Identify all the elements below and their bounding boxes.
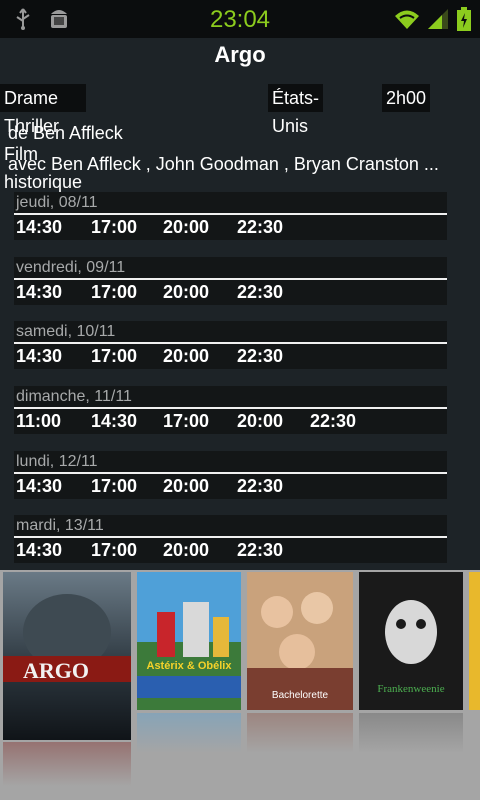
genres-badge: Drame Thriller Film historique — [0, 84, 87, 192]
day-label: dimanche, 11/11 — [16, 388, 132, 405]
frankenweenie-poster[interactable]: Frankenweenie — [359, 572, 463, 710]
wifi-icon — [394, 8, 420, 35]
showtime[interactable]: 17:00 — [91, 539, 137, 561]
movie-title: Argo — [214, 42, 266, 67]
argo-poster[interactable]: ARGO — [3, 572, 131, 740]
day-label: lundi, 12/11 — [16, 453, 98, 470]
showtime[interactable]: 22:30 — [237, 216, 283, 238]
showtime[interactable]: 17:00 — [91, 475, 137, 497]
showtime[interactable]: 14:30 — [16, 539, 62, 561]
showtime-day: vendredi, 09/11 14:30 17:00 20:00 22:30 — [14, 257, 447, 305]
bachelorette-poster-title: Bachelorette — [272, 690, 329, 701]
showtime[interactable]: 20:00 — [163, 345, 209, 367]
showtime-day: dimanche, 11/11 11:00 14:30 17:00 20:00 … — [14, 386, 447, 434]
country-badge: États-Unis — [268, 84, 324, 136]
day-divider — [14, 536, 447, 538]
day-label: jeudi, 08/11 — [16, 194, 98, 211]
argo-poster-title: ARGO — [23, 658, 89, 683]
poster-reflection — [137, 713, 241, 753]
showtime[interactable]: 11:00 — [16, 410, 61, 432]
signal-icon — [426, 7, 450, 36]
showtime[interactable]: 20:00 — [163, 475, 209, 497]
asterix-poster[interactable]: Astérix & Obélix — [137, 572, 241, 710]
asterix-poster-title: Astérix & Obélix — [147, 660, 233, 672]
poster-reflection — [359, 713, 463, 753]
showtime[interactable]: 14:30 — [91, 410, 137, 432]
day-divider — [14, 407, 447, 409]
duration-badge: 2h00 — [382, 84, 431, 112]
showtime[interactable]: 14:30 — [16, 281, 62, 303]
bachelorette-poster[interactable]: Bachelorette — [247, 572, 353, 710]
showtime[interactable]: 22:30 — [237, 345, 283, 367]
showtime[interactable]: 14:30 — [16, 475, 62, 497]
poster-reflection — [247, 713, 353, 753]
day-divider — [14, 342, 447, 344]
showtime[interactable]: 14:30 — [16, 345, 62, 367]
director-text: de Ben Affleck — [8, 123, 123, 143]
day-label: vendredi, 09/11 — [16, 259, 126, 276]
showtime[interactable]: 17:00 — [163, 410, 209, 432]
next-poster[interactable] — [469, 572, 480, 710]
day-label: samedi, 10/11 — [16, 323, 116, 340]
status-bar: 23:04 — [0, 0, 480, 38]
showtime[interactable]: 22:30 — [310, 410, 356, 432]
showtime-day: jeudi, 08/11 14:30 17:00 20:00 22:30 — [14, 192, 447, 240]
showtime[interactable]: 14:30 — [16, 216, 62, 238]
showtime[interactable]: 17:00 — [91, 281, 137, 303]
cast-text: avec Ben Affleck , John Goodman , Bryan … — [8, 154, 439, 174]
day-label: mardi, 13/11 — [16, 517, 104, 534]
poster-carousel[interactable]: ARGO Astérix & Obélix Bachelorette Frank… — [0, 570, 480, 800]
showtime-day: mardi, 13/11 14:30 17:00 20:00 22:30 — [14, 515, 447, 563]
showtime[interactable]: 22:30 — [237, 281, 283, 303]
showtime[interactable]: 20:00 — [163, 281, 209, 303]
showtime[interactable]: 17:00 — [91, 216, 137, 238]
showtime[interactable]: 20:00 — [163, 539, 209, 561]
showtime-day: samedi, 10/11 14:30 17:00 20:00 22:30 — [14, 321, 447, 369]
frankenweenie-poster-title: Frankenweenie — [377, 683, 444, 695]
showtime[interactable]: 22:30 — [237, 539, 283, 561]
showtime[interactable]: 17:00 — [91, 345, 137, 367]
showtime[interactable]: 20:00 — [237, 410, 283, 432]
battery-icon — [456, 6, 472, 37]
showtime[interactable]: 22:30 — [237, 475, 283, 497]
poster-reflection — [3, 742, 131, 786]
day-divider — [14, 472, 447, 474]
showtime-day: lundi, 12/11 14:30 17:00 20:00 22:30 — [14, 451, 447, 499]
day-divider — [14, 278, 447, 280]
day-divider — [14, 213, 447, 215]
showtime[interactable]: 20:00 — [163, 216, 209, 238]
